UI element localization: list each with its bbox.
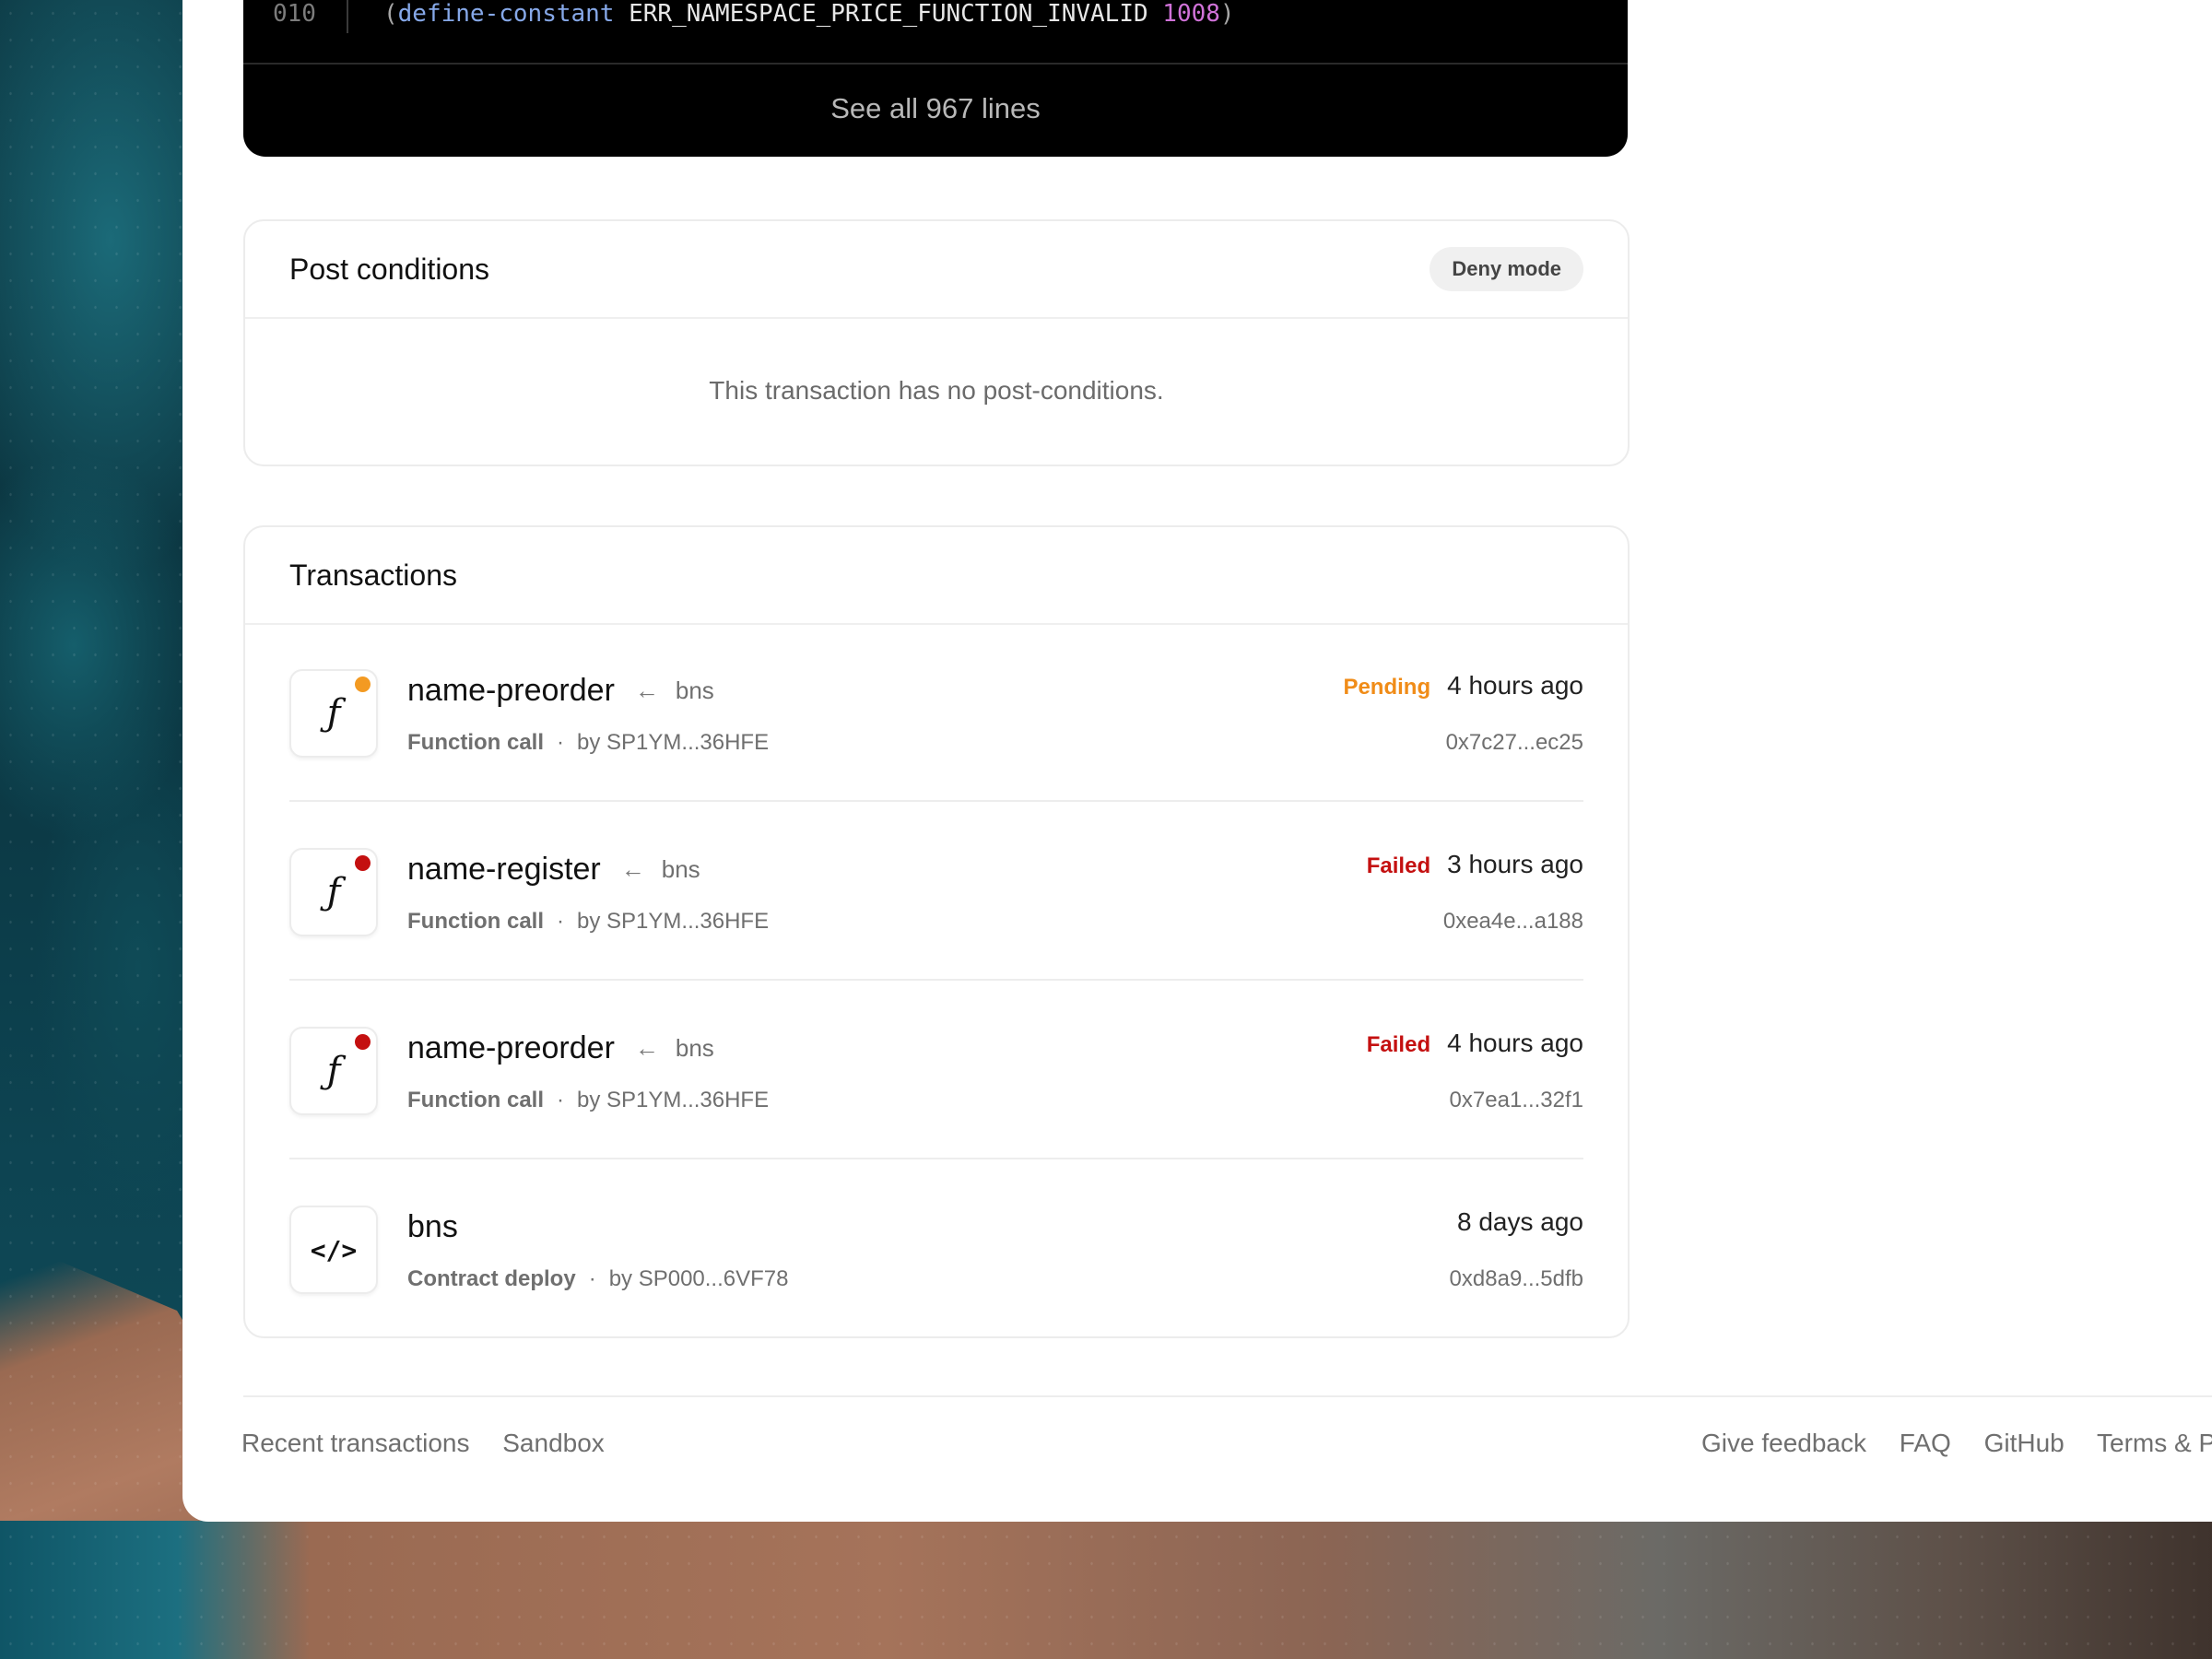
transaction-name-line: name-preorder ← bns <box>407 1030 714 1066</box>
transaction-time: 4 hours ago <box>1447 1029 1583 1057</box>
see-all-lines-button[interactable]: See all 967 lines <box>243 63 1628 157</box>
pending-status-dot <box>355 677 371 692</box>
code-number: 1008 <box>1162 0 1220 28</box>
transaction-meta: Function call · by SP1YM...36HFE <box>407 1088 769 1113</box>
code-gutter-divider <box>347 0 348 33</box>
function-glyph: ƒ <box>326 1050 341 1092</box>
code-glyph: </> <box>310 1234 358 1265</box>
code-paren: ( <box>383 0 398 28</box>
transaction-status-time: Failed 3 hours ago <box>1367 850 1583 879</box>
transaction-meta: Contract deploy · by SP000...6VF78 <box>407 1266 788 1292</box>
transaction-hash[interactable]: 0xd8a9...5dfb <box>1450 1266 1583 1292</box>
row-divider <box>289 800 1583 802</box>
footer-divider <box>243 1395 2212 1397</box>
transaction-status-time: Pending 4 hours ago <box>1343 671 1583 700</box>
transaction-sender[interactable]: by SP1YM...36HFE <box>577 909 769 934</box>
transaction-name-line: name-register ← bns <box>407 852 700 888</box>
transaction-time: 4 hours ago <box>1447 671 1583 700</box>
transaction-name-line: bns <box>407 1209 458 1245</box>
arrow-left-icon: ← <box>620 855 645 883</box>
transaction-sender[interactable]: by SP1YM...36HFE <box>577 730 769 755</box>
transactions-card: Transactions ƒ name-preorder ← bns Funct… <box>243 525 1630 1338</box>
arrow-left-icon: ← <box>634 677 659 704</box>
footer-link-recent-transactions[interactable]: Recent transactions <box>241 1429 469 1457</box>
transaction-contract-name[interactable]: bns <box>676 677 714 705</box>
transaction-sender[interactable]: by SP1YM...36HFE <box>577 1088 769 1112</box>
transactions-title: Transactions <box>289 559 457 592</box>
transaction-contract-name[interactable]: bns <box>662 855 700 884</box>
transaction-type: Function call <box>407 909 545 934</box>
footer-link-sandbox[interactable]: Sandbox <box>502 1429 605 1457</box>
footer-link-github[interactable]: GitHub <box>1984 1429 2065 1457</box>
function-icon: ƒ <box>289 1027 378 1115</box>
function-icon: ƒ <box>289 669 378 758</box>
empty-post-conditions-message: This transaction has no post-conditions. <box>709 376 1164 405</box>
meta-separator: · <box>557 909 565 934</box>
transaction-sender[interactable]: by SP000...6VF78 <box>609 1266 789 1291</box>
status-badge: Failed <box>1366 1032 1431 1057</box>
code-keyword: define-constant <box>397 0 615 28</box>
transaction-row[interactable]: ƒ name-preorder ← bns Function call · by S… <box>289 982 1583 1159</box>
transaction-function-name[interactable]: name-preorder <box>407 1030 615 1066</box>
transaction-type: Function call <box>407 730 545 755</box>
post-conditions-title: Post conditions <box>289 253 490 286</box>
row-divider <box>289 979 1583 981</box>
transaction-hash[interactable]: 0xea4e...a188 <box>1443 909 1583 935</box>
transaction-function-name[interactable]: name-preorder <box>407 673 615 709</box>
footer-link-terms-privacy[interactable]: Terms & Privacy <box>2097 1429 2212 1457</box>
code-text: (define-constant ERR_NAMESPACE_PRICE_FUN… <box>383 0 1235 28</box>
footer-right-links: Give feedback FAQ GitHub Terms & Privacy <box>1701 1429 2212 1458</box>
card-header: Transactions <box>245 527 1628 625</box>
transaction-function-name[interactable]: name-register <box>407 852 601 888</box>
transaction-contract-name[interactable]: bns <box>676 1034 714 1063</box>
transaction-time: 8 days ago <box>1457 1207 1583 1236</box>
failed-status-dot <box>355 855 371 871</box>
transaction-time: 3 hours ago <box>1447 850 1583 878</box>
transaction-row[interactable]: ƒ name-register ← bns Function call · by S… <box>289 804 1583 981</box>
transaction-hash[interactable]: 0x7c27...ec25 <box>1446 730 1583 756</box>
line-number: 010 <box>273 0 316 28</box>
status-badge: Failed <box>1366 853 1431 878</box>
transaction-type: Function call <box>407 1088 545 1112</box>
source-code-block: 010 (define-constant ERR_NAMESPACE_PRICE… <box>243 0 1628 157</box>
function-icon: ƒ <box>289 848 378 936</box>
arrow-left-icon: ← <box>634 1034 659 1062</box>
code-line: 010 (define-constant ERR_NAMESPACE_PRICE… <box>243 0 1628 44</box>
card-header: Post conditions Deny mode <box>245 221 1628 319</box>
transaction-meta: Function call · by SP1YM...36HFE <box>407 730 769 756</box>
footer-link-give-feedback[interactable]: Give feedback <box>1701 1429 1866 1457</box>
footer-link-faq[interactable]: FAQ <box>1900 1429 1951 1457</box>
transaction-status-time: 8 days ago <box>1457 1207 1583 1237</box>
transaction-type: Contract deploy <box>407 1266 576 1291</box>
code-constant-name: ERR_NAMESPACE_PRICE_FUNCTION_INVALID <box>614 0 1163 28</box>
meta-separator: · <box>557 1088 565 1112</box>
transaction-row[interactable]: ƒ name-preorder ← bns Function call · by S… <box>289 625 1583 802</box>
transaction-hash[interactable]: 0x7ea1...32f1 <box>1450 1088 1583 1113</box>
deny-mode-badge: Deny mode <box>1430 247 1583 291</box>
code-paren: ) <box>1219 0 1235 28</box>
failed-status-dot <box>355 1034 371 1050</box>
transaction-contract-deploy-name[interactable]: bns <box>407 1209 458 1245</box>
transaction-row[interactable]: </> bns Contract deploy · by SP000...6VF78… <box>289 1161 1583 1338</box>
row-divider <box>289 1158 1583 1159</box>
footer-left-links: Recent transactions Sandbox <box>241 1429 630 1458</box>
code-icon: </> <box>289 1206 378 1294</box>
transaction-meta: Function call · by SP1YM...36HFE <box>407 909 769 935</box>
transaction-name-line: name-preorder ← bns <box>407 673 714 709</box>
function-glyph: ƒ <box>326 692 341 735</box>
meta-separator: · <box>557 730 565 755</box>
transaction-status-time: Failed 4 hours ago <box>1367 1029 1583 1058</box>
function-glyph: ƒ <box>326 871 341 913</box>
meta-separator: · <box>588 1266 596 1291</box>
post-conditions-card: Post conditions Deny mode This transacti… <box>243 219 1630 466</box>
status-badge: Pending <box>1343 675 1431 700</box>
